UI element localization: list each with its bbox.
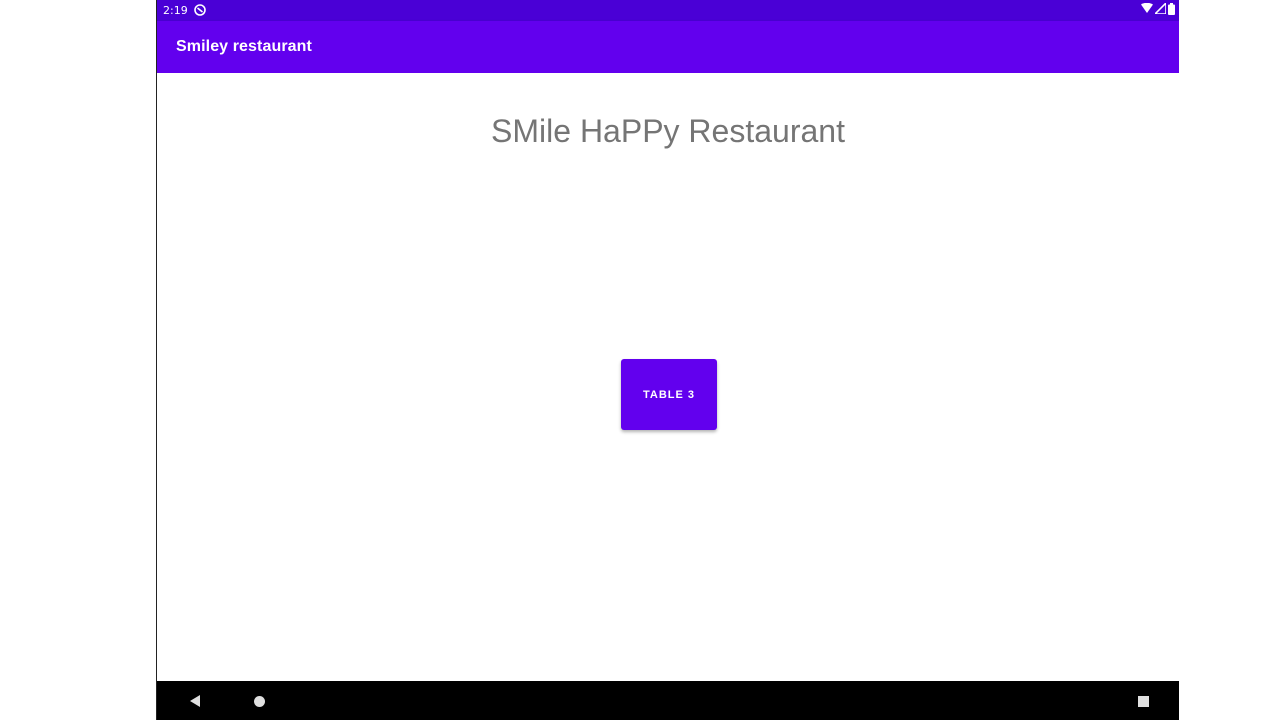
status-icons	[1141, 1, 1175, 18]
recents-icon[interactable]	[1138, 696, 1149, 707]
home-icon[interactable]	[254, 696, 265, 707]
device-screen: 2:19 Smiley restaurant SMile HaPPy Resta…	[156, 0, 1179, 720]
status-bar: 2:19	[157, 0, 1179, 21]
wifi-icon	[1141, 2, 1153, 17]
back-icon[interactable]	[190, 695, 200, 707]
table-3-button[interactable]: TABLE 3	[621, 359, 717, 430]
status-time: 2:19	[163, 4, 188, 17]
app-title: Smiley restaurant	[176, 38, 312, 55]
restaurant-heading: SMile HaPPy Restaurant	[491, 113, 845, 149]
cell-signal-icon	[1153, 1, 1167, 17]
navigation-bar	[157, 681, 1179, 720]
battery-icon	[1168, 2, 1175, 18]
app-bar: Smiley restaurant	[157, 21, 1179, 73]
app-notification-icon	[194, 4, 206, 16]
main-content: SMile HaPPy Restaurant TABLE 3	[157, 73, 1179, 681]
